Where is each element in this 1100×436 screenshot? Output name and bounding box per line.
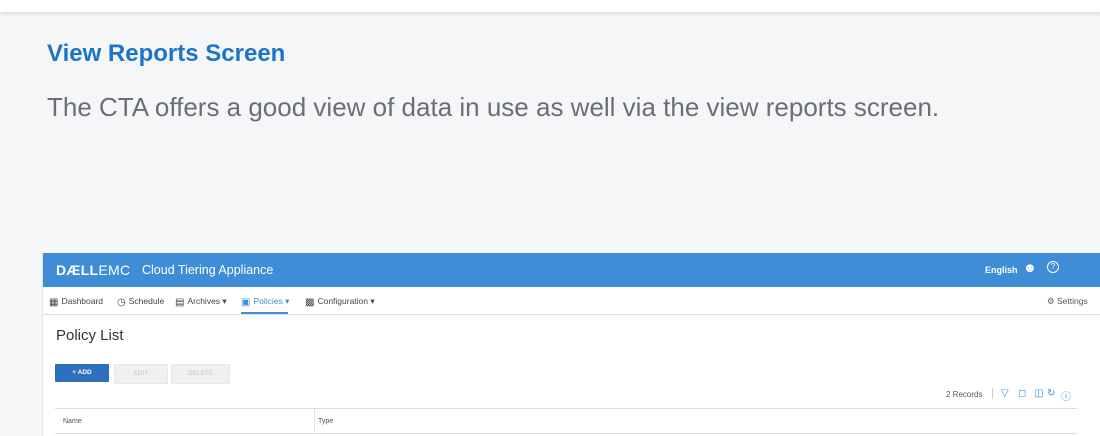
gear-icon: ⚙ xyxy=(1047,296,1055,306)
nav-policies[interactable]: ▣ Policies ▾ xyxy=(241,296,289,308)
app-title: Cloud Tiering Appliance xyxy=(142,263,274,277)
active-tab-indicator xyxy=(241,312,288,314)
nav-dashboard[interactable]: ▦ Dashboard xyxy=(49,296,103,308)
export-icon[interactable]: ◻ xyxy=(1018,388,1026,399)
nav-configuration[interactable]: ▩ Configuration ▾ xyxy=(305,296,375,308)
delete-button[interactable]: DELETE xyxy=(171,364,230,384)
archive-icon: ▤ xyxy=(175,297,185,308)
help-icon[interactable]: ? xyxy=(1047,261,1059,273)
edit-button[interactable]: EDIT xyxy=(114,364,168,384)
filter-icon[interactable]: ▽ xyxy=(1001,388,1009,399)
language-selector[interactable]: English xyxy=(985,265,1018,275)
settings-link[interactable]: ⚙ Settings xyxy=(1047,296,1088,307)
add-button[interactable]: + ADD xyxy=(55,364,109,382)
records-count: 2 Records xyxy=(946,390,983,399)
config-icon: ▩ xyxy=(305,297,315,308)
help-circle-icon[interactable]: ⓘ xyxy=(1061,388,1071,403)
column-header-name[interactable]: Name xyxy=(63,418,82,425)
dell-emc-logo: DÆLLEMC xyxy=(56,262,131,278)
nav-schedule[interactable]: ◷ Schedule xyxy=(117,296,164,308)
section-description: The CTA offers a good view of data in us… xyxy=(47,92,940,122)
refresh-icon[interactable]: ↻ xyxy=(1047,388,1055,399)
column-header-type[interactable]: Type xyxy=(318,418,333,425)
nav-archives[interactable]: ▤ Archives ▾ xyxy=(175,296,227,308)
cta-screenshot: DÆLLEMC Cloud Tiering Appliance English … xyxy=(42,253,1100,436)
main-nav: ▦ Dashboard ◷ Schedule ▤ Archives ▾ ▣ Polici… xyxy=(43,287,1100,315)
column-divider xyxy=(314,409,315,433)
user-icon[interactable]: ☻ xyxy=(1023,260,1037,275)
previous-content-card xyxy=(0,0,1100,12)
columns-icon[interactable]: ◫ xyxy=(1034,388,1043,399)
policy-icon: ▣ xyxy=(241,297,251,308)
app-header: DÆLLEMC Cloud Tiering Appliance English … xyxy=(43,253,1100,287)
table-header: Name Type xyxy=(55,408,1077,434)
section-title: View Reports Screen xyxy=(47,40,286,67)
dashboard-icon: ▦ xyxy=(49,297,59,308)
page-title: Policy List xyxy=(56,327,124,344)
clock-icon: ◷ xyxy=(117,297,126,308)
toolbar-divider xyxy=(992,388,993,399)
